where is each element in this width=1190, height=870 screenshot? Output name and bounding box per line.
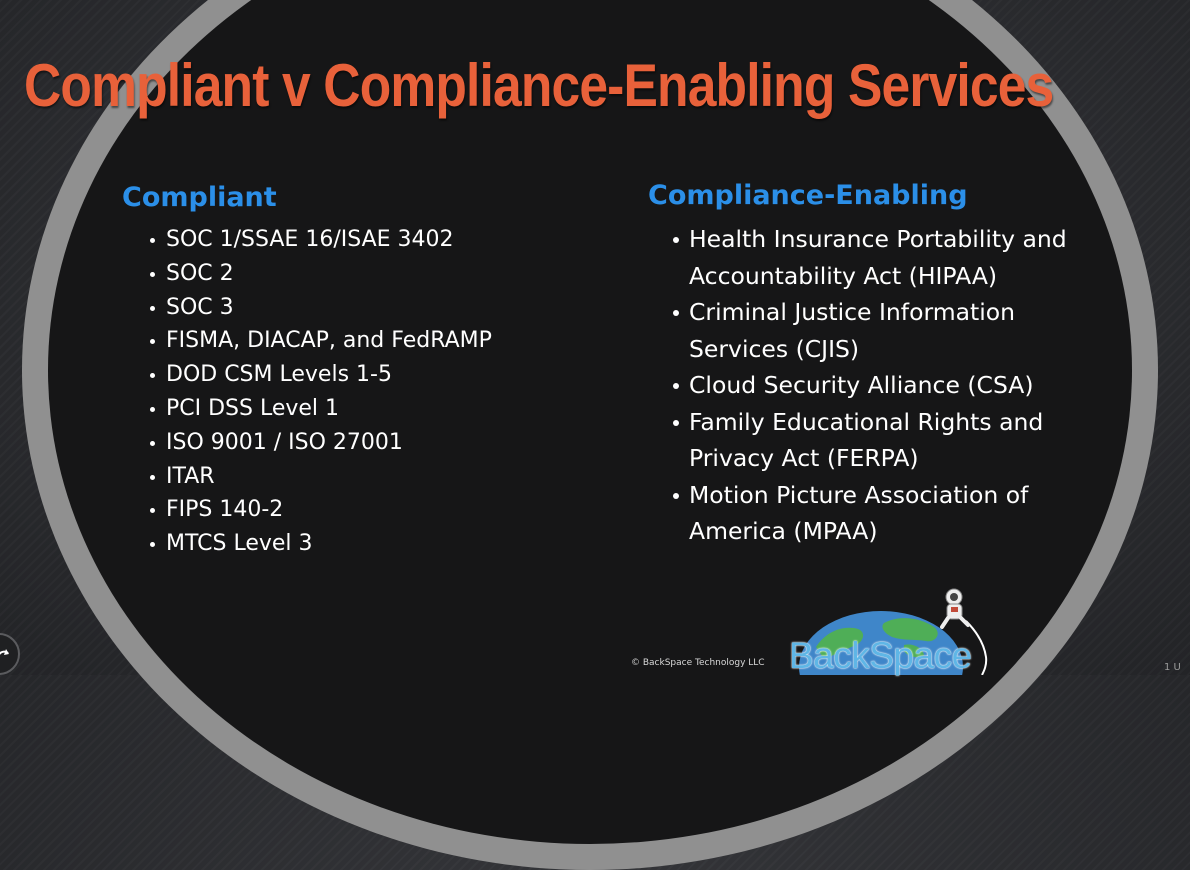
list-item: Motion Picture Association of America (M… xyxy=(648,477,1118,550)
list-item: Criminal Justice Information Services (C… xyxy=(648,294,1118,367)
compliance-enabling-column: Compliance-Enabling Health Insurance Por… xyxy=(648,176,1118,550)
copyright-text: © BackSpace Technology LLC xyxy=(631,658,765,668)
player-back-button[interactable] xyxy=(0,633,20,675)
backspace-logo: BackSpace xyxy=(786,585,996,676)
compliant-heading: Compliant xyxy=(122,182,277,213)
logo-text: BackSpace xyxy=(789,635,972,676)
list-item: SOC 3 xyxy=(122,291,492,325)
compliance-enabling-heading: Compliance-Enabling xyxy=(648,180,968,211)
compliance-enabling-list: Health Insurance Portability and Account… xyxy=(648,221,1118,550)
list-item: DOD CSM Levels 1-5 xyxy=(122,358,492,392)
list-item: SOC 2 xyxy=(122,257,492,291)
compliant-column: Compliant SOC 1/SSAE 16/ISAE 3402 SOC 2 … xyxy=(122,178,492,561)
slide-title: Compliant v Compliance-Enabling Services xyxy=(24,52,1054,119)
list-item: MTCS Level 3 xyxy=(122,527,492,561)
player-corner-label: 1 U xyxy=(1164,662,1181,673)
compliant-list: SOC 1/SSAE 16/ISAE 3402 SOC 2 SOC 3 FISM… xyxy=(122,223,492,561)
list-item: FISMA, DIACAP, and FedRAMP xyxy=(122,324,492,358)
list-item: ITAR xyxy=(122,460,492,494)
list-item: PCI DSS Level 1 xyxy=(122,392,492,426)
list-item: Cloud Security Alliance (CSA) xyxy=(648,367,1118,404)
list-item: FIPS 140-2 xyxy=(122,493,492,527)
list-item: Health Insurance Portability and Account… xyxy=(648,221,1118,294)
list-item: Family Educational Rights and Privacy Ac… xyxy=(648,404,1118,477)
list-item: SOC 1/SSAE 16/ISAE 3402 xyxy=(122,223,492,257)
list-item: ISO 9001 / ISO 27001 xyxy=(122,426,492,460)
rewind-icon xyxy=(0,649,9,656)
